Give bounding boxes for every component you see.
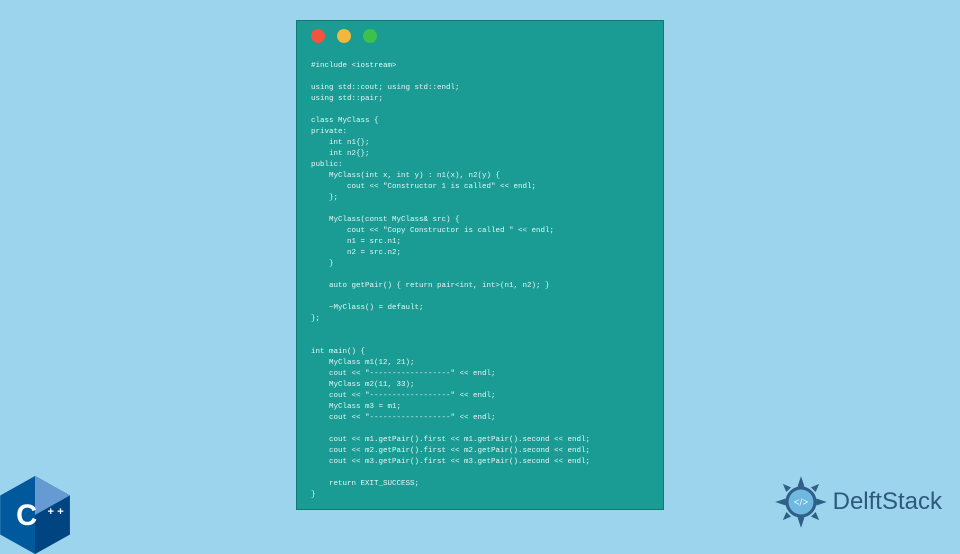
svg-text:+: + [48,506,55,518]
code-content: #include <iostream> using std::cout; usi… [297,51,663,515]
code-window: #include <iostream> using std::cout; usi… [296,20,664,510]
minimize-icon [337,29,351,43]
brand-block: </> DelftStack [775,476,942,528]
cpp-logo-icon: C + + [0,476,70,554]
svg-text:+: + [57,506,64,518]
maximize-icon [363,29,377,43]
svg-text:</>: </> [793,498,808,509]
delftstack-logo-icon: </> [775,476,827,528]
window-titlebar [297,21,663,51]
svg-text:C: C [16,500,37,532]
brand-text: DelftStack [833,488,942,516]
close-icon [311,29,325,43]
